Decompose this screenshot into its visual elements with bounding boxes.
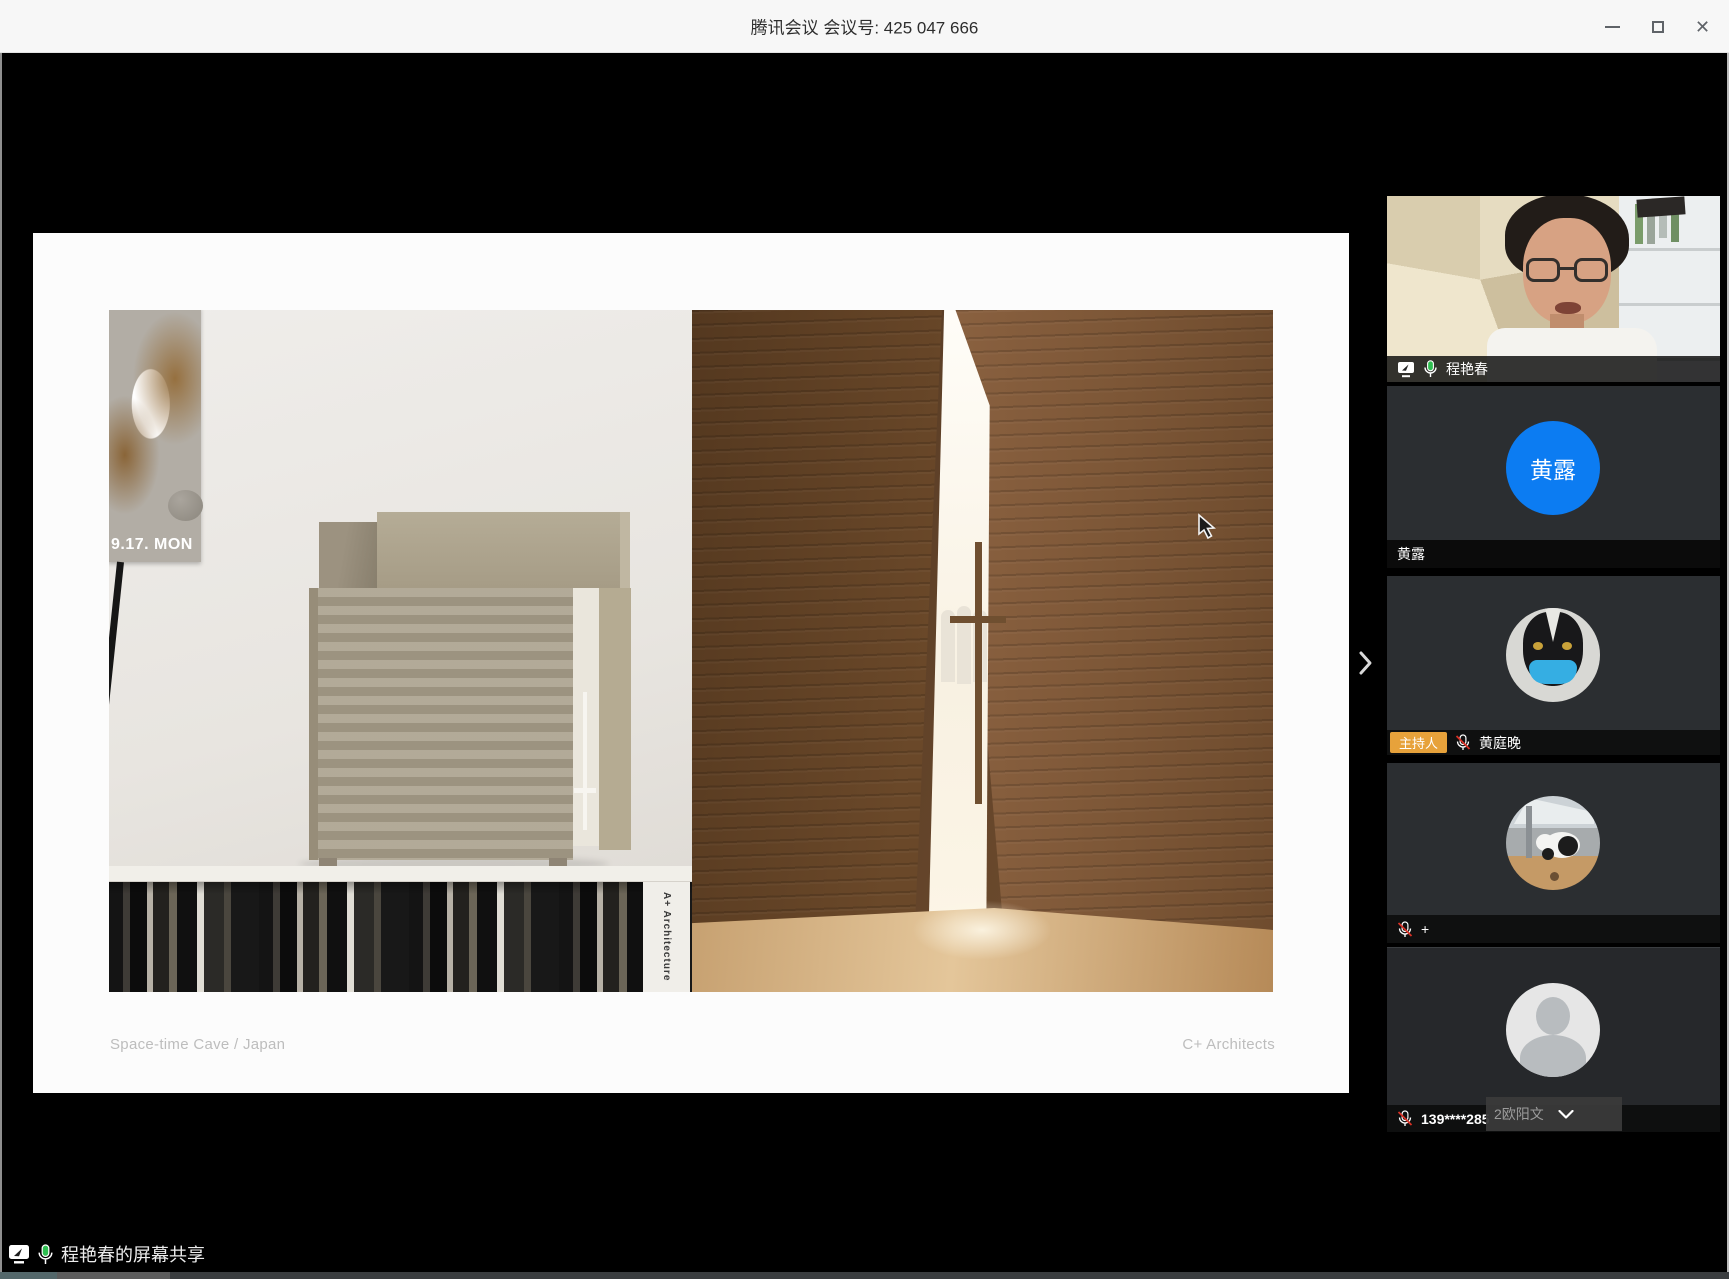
- titlebar: 腾讯会议 会议号: 425 047 666 ✕: [0, 0, 1729, 53]
- cat-eye: [1533, 642, 1543, 650]
- cat-mask: [1529, 660, 1577, 684]
- mic-on-icon: [1423, 360, 1438, 378]
- panda-marking: [1542, 848, 1554, 860]
- silhouette-body: [1520, 1035, 1586, 1077]
- participant-overlay-name: 2欧阳文: [1494, 1104, 1544, 1124]
- wood-cross-vertical: [975, 542, 982, 804]
- screen-share-icon: [1397, 361, 1415, 378]
- participant-tile-huangtingwan[interactable]: 主持人 黄庭晚: [1387, 576, 1720, 755]
- taskbar-segment: [0, 1272, 57, 1279]
- wood-model-lid-left: [319, 522, 379, 588]
- presentation-slide: 9.17. MON A+ Architecture: [33, 233, 1349, 1093]
- participant-tile-phone-user[interactable]: 2欧阳文 139****285: [1387, 947, 1720, 1132]
- chevron-right-icon: [1358, 649, 1373, 677]
- taskbar-edge: [0, 1272, 1729, 1279]
- slide-caption-left: Space-time Cave / Japan: [110, 1036, 285, 1053]
- model-cross-vertical: [583, 692, 587, 830]
- floor-light-patch: [912, 900, 1052, 960]
- mic-on-icon: [37, 1244, 54, 1265]
- participant-name: +: [1421, 921, 1429, 937]
- window-left-border: [0, 53, 2, 1272]
- screen-share-label: 程艳春的屏幕共享: [61, 1241, 205, 1267]
- glasses-left-lens: [1526, 258, 1560, 282]
- participant-name: 黄庭晚: [1479, 733, 1521, 753]
- participant-tile-chengyanchun[interactable]: 程艳春: [1387, 196, 1720, 382]
- book-spine: A+ Architecture: [643, 882, 690, 992]
- wood-model-lid: [377, 512, 630, 588]
- mic-muted-icon: [1397, 921, 1413, 938]
- mic-muted-icon: [1397, 1110, 1413, 1127]
- slide-photo-model-on-shelf: 9.17. MON A+ Architecture: [109, 310, 692, 992]
- window-title: 腾讯会议 会议号: 425 047 666: [751, 14, 979, 39]
- wood-model-right-wall: [599, 588, 631, 850]
- glasses-right-lens: [1574, 258, 1608, 282]
- tencent-meeting-window: 腾讯会议 会议号: 425 047 666 ✕ 9.17. MON: [0, 0, 1729, 1279]
- panda-marking: [1558, 836, 1578, 856]
- screen-share-icon: [8, 1244, 30, 1264]
- wood-wall-right: [947, 310, 1273, 992]
- mic-muted-icon: [1455, 734, 1471, 751]
- participant-name: 139****285: [1421, 1111, 1490, 1127]
- poster-text: 9.17. MON: [111, 536, 193, 554]
- minimize-button[interactable]: [1590, 0, 1635, 53]
- participant-namebar: 程艳春: [1387, 356, 1720, 382]
- sculpture-stick: [109, 562, 124, 891]
- participant-tile-huanglu[interactable]: 黄露 黄露: [1387, 386, 1720, 568]
- avatar-cat-photo: [1506, 608, 1600, 702]
- shelf-edge: [109, 866, 692, 882]
- book-spine-text: A+ Architecture: [661, 892, 672, 981]
- model-cross-horizontal: [574, 788, 596, 793]
- close-button[interactable]: ✕: [1680, 0, 1725, 53]
- glasses-bridge: [1559, 267, 1574, 270]
- slide-caption-right: C+ Architects: [1182, 1036, 1275, 1053]
- sidebar-collapse-button[interactable]: [1354, 646, 1376, 680]
- poster: 9.17. MON: [109, 310, 201, 562]
- pebble: [168, 490, 203, 521]
- participant-name: 程艳春: [1446, 359, 1488, 379]
- participant-namebar: 主持人 黄庭晚: [1387, 730, 1720, 755]
- name-dropdown[interactable]: 2欧阳文: [1486, 1097, 1622, 1131]
- wood-cross-horizontal: [950, 616, 1006, 623]
- model-foot: [319, 858, 337, 866]
- minimize-icon: [1605, 26, 1620, 28]
- taskbar-segment: [57, 1272, 170, 1279]
- wood-wall-left: [692, 310, 942, 992]
- chevron-down-icon: [1558, 1110, 1574, 1119]
- cat-eye: [1562, 642, 1572, 650]
- avatar-initials: 黄露: [1506, 421, 1600, 515]
- avatar-placeholder: [1506, 983, 1600, 1077]
- slide-photo-interior-cross: [692, 310, 1273, 992]
- host-badge: 主持人: [1390, 732, 1447, 753]
- participant-name: 黄露: [1397, 544, 1425, 564]
- window-controls: ✕: [1590, 0, 1725, 53]
- participant-namebar: 黄露: [1387, 540, 1720, 568]
- maximize-button[interactable]: [1635, 0, 1680, 53]
- remote-cursor-icon: [1196, 513, 1220, 540]
- model-foot: [549, 858, 567, 866]
- wood-model-box: [309, 588, 573, 860]
- participant-namebar: +: [1387, 915, 1720, 943]
- wood-knot: [1550, 872, 1559, 881]
- avatar-panda-photo: [1506, 796, 1600, 890]
- screen-share-indicator: 程艳春的屏幕共享: [8, 1241, 205, 1267]
- person-mouth: [1555, 302, 1581, 314]
- maximize-icon: [1652, 21, 1664, 33]
- shelf-object: [1636, 196, 1685, 217]
- shelf-shadow: [109, 882, 692, 894]
- participant-tile-plus[interactable]: +: [1387, 763, 1720, 943]
- close-icon: ✕: [1695, 18, 1710, 36]
- book-row: [109, 882, 692, 992]
- panda-pole: [1526, 806, 1532, 858]
- silhouette-head: [1536, 997, 1570, 1035]
